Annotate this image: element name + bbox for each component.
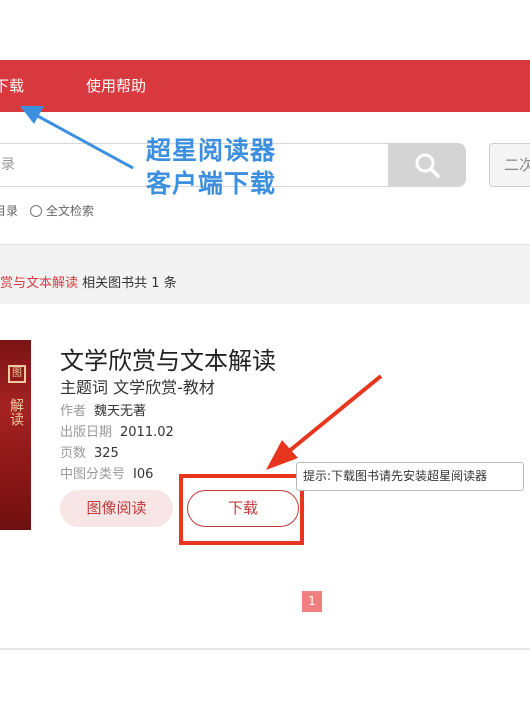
class-value: I06 bbox=[133, 467, 154, 482]
nav-download-link[interactable]: 下载 bbox=[0, 60, 24, 112]
class-key: 中图分类号 bbox=[60, 467, 126, 482]
query-keyword[interactable]: 赏与文本解读 bbox=[0, 276, 78, 291]
nav-bar: 下载 使用帮助 bbox=[0, 60, 530, 112]
download-highlight-box bbox=[179, 474, 304, 545]
pagination-page-1[interactable]: 1 bbox=[302, 591, 322, 612]
date-key: 出版日期 bbox=[60, 425, 113, 440]
book-subject: 主题词 文学欣赏-教材 bbox=[60, 378, 215, 397]
meta-class: 中图分类号 I06 bbox=[60, 463, 153, 482]
image-read-button[interactable]: 图像阅读 bbox=[60, 490, 173, 527]
annotation-text: 超星阅读器 客户端下载 bbox=[146, 134, 276, 200]
search-button[interactable] bbox=[388, 143, 466, 187]
nav-help-link[interactable]: 使用帮助 bbox=[86, 60, 146, 112]
pages-key: 页数 bbox=[60, 446, 87, 461]
download-tooltip: 提示:下载图书请先安装超星阅读器 bbox=[296, 462, 524, 491]
author-key: 作者 bbox=[60, 404, 87, 419]
secondary-search-button[interactable]: 二次 bbox=[489, 143, 530, 187]
annotation-line-2: 客户端下载 bbox=[146, 169, 277, 198]
annotation-line-1: 超星阅读器 bbox=[146, 136, 277, 165]
meta-pages: 页数 325 bbox=[60, 442, 119, 461]
book-title[interactable]: 文学欣赏与文本解读 bbox=[60, 341, 276, 376]
pages-value: 325 bbox=[94, 446, 119, 461]
cover-title: 解读 bbox=[8, 398, 24, 426]
meta-date: 出版日期 2011.02 bbox=[60, 421, 174, 440]
meta-author: 作者 魏天无著 bbox=[60, 400, 146, 419]
option-fulltext-label[interactable]: 全文检索 bbox=[46, 202, 94, 219]
search-options: 目录 全文检索 bbox=[0, 202, 94, 219]
fulltext-radio[interactable] bbox=[30, 204, 43, 217]
author-value: 魏天无著 bbox=[94, 404, 147, 419]
bottom-band bbox=[0, 652, 530, 707]
top-band bbox=[0, 0, 530, 60]
results-count: 相关图书共 1 条 bbox=[82, 276, 177, 291]
option-catalog-label[interactable]: 目录 bbox=[0, 202, 18, 219]
search-icon bbox=[415, 153, 440, 178]
cover-mark: 图 bbox=[8, 365, 26, 383]
date-value: 2011.02 bbox=[120, 425, 174, 440]
results-summary: 赏与文本解读 相关图书共 1 条 bbox=[0, 272, 177, 291]
